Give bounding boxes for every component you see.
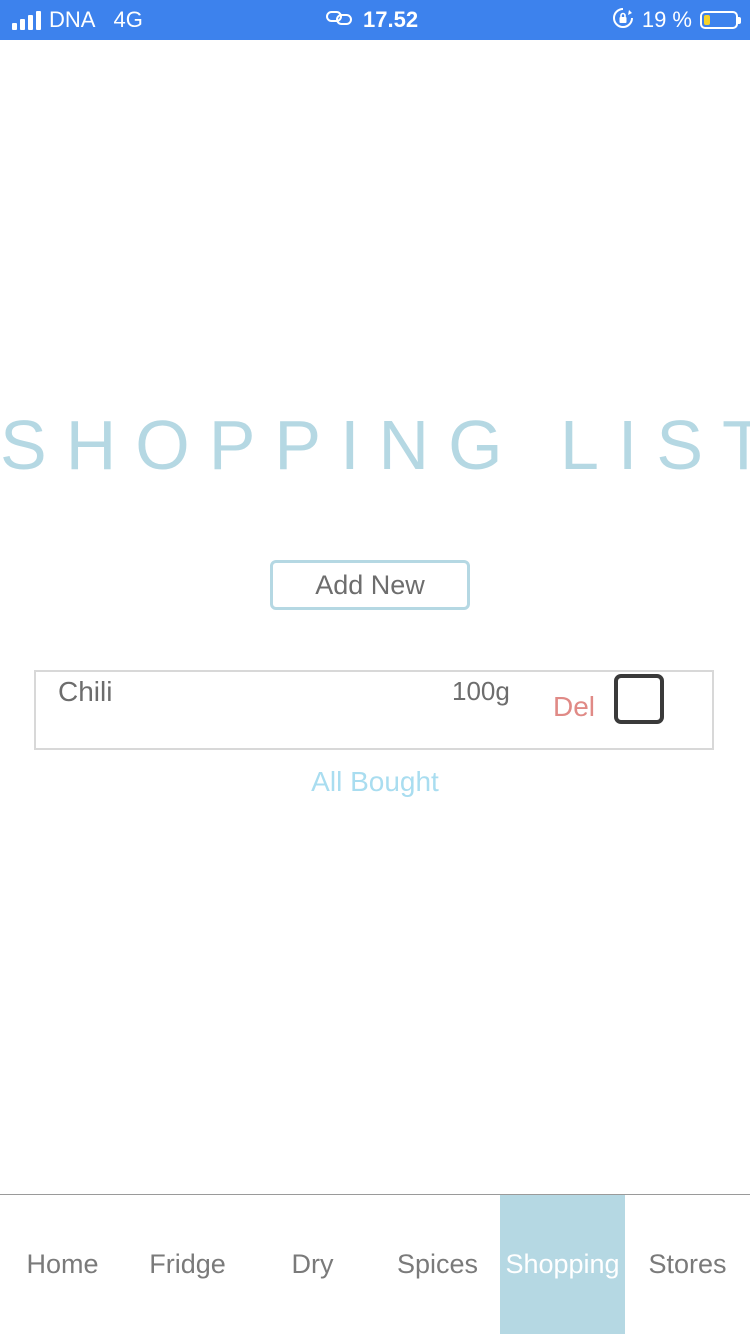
battery-fill xyxy=(704,15,710,25)
delete-button[interactable]: Del xyxy=(553,691,595,723)
tab-fridge[interactable]: Fridge xyxy=(125,1195,250,1334)
list-item: Chili 100g Del xyxy=(34,670,714,750)
item-quantity: 100g xyxy=(452,676,510,706)
tab-home[interactable]: Home xyxy=(0,1195,125,1334)
status-bar: DNA 4G 17.52 19 % xyxy=(0,0,750,40)
add-new-button[interactable]: Add New xyxy=(270,560,470,610)
clock: 17.52 xyxy=(363,7,419,32)
item-name: Chili xyxy=(58,676,113,707)
all-bought-button[interactable]: All Bought xyxy=(0,766,750,798)
battery-percent: 19 % xyxy=(641,7,692,32)
status-bar-right: 19 % xyxy=(612,0,741,40)
tab-shopping[interactable]: Shopping xyxy=(500,1195,625,1334)
status-bar-center: 17.52 xyxy=(325,0,418,40)
tab-stores[interactable]: Stores xyxy=(625,1195,750,1334)
tab-bar: Home Fridge Dry Spices Shopping Stores xyxy=(0,1194,750,1334)
bought-checkbox[interactable] xyxy=(614,674,664,724)
page-title: SHOPPING LIST xyxy=(0,406,750,484)
link-icon xyxy=(325,9,353,32)
tab-spices[interactable]: Spices xyxy=(375,1195,500,1334)
battery-icon xyxy=(700,11,741,29)
rotation-lock-icon xyxy=(612,7,634,34)
tab-dry[interactable]: Dry xyxy=(250,1195,375,1334)
carrier-label: DNA xyxy=(49,7,96,32)
signal-icon xyxy=(12,10,41,30)
network-label: 4G xyxy=(113,7,143,32)
status-bar-left: DNA 4G xyxy=(12,0,143,40)
